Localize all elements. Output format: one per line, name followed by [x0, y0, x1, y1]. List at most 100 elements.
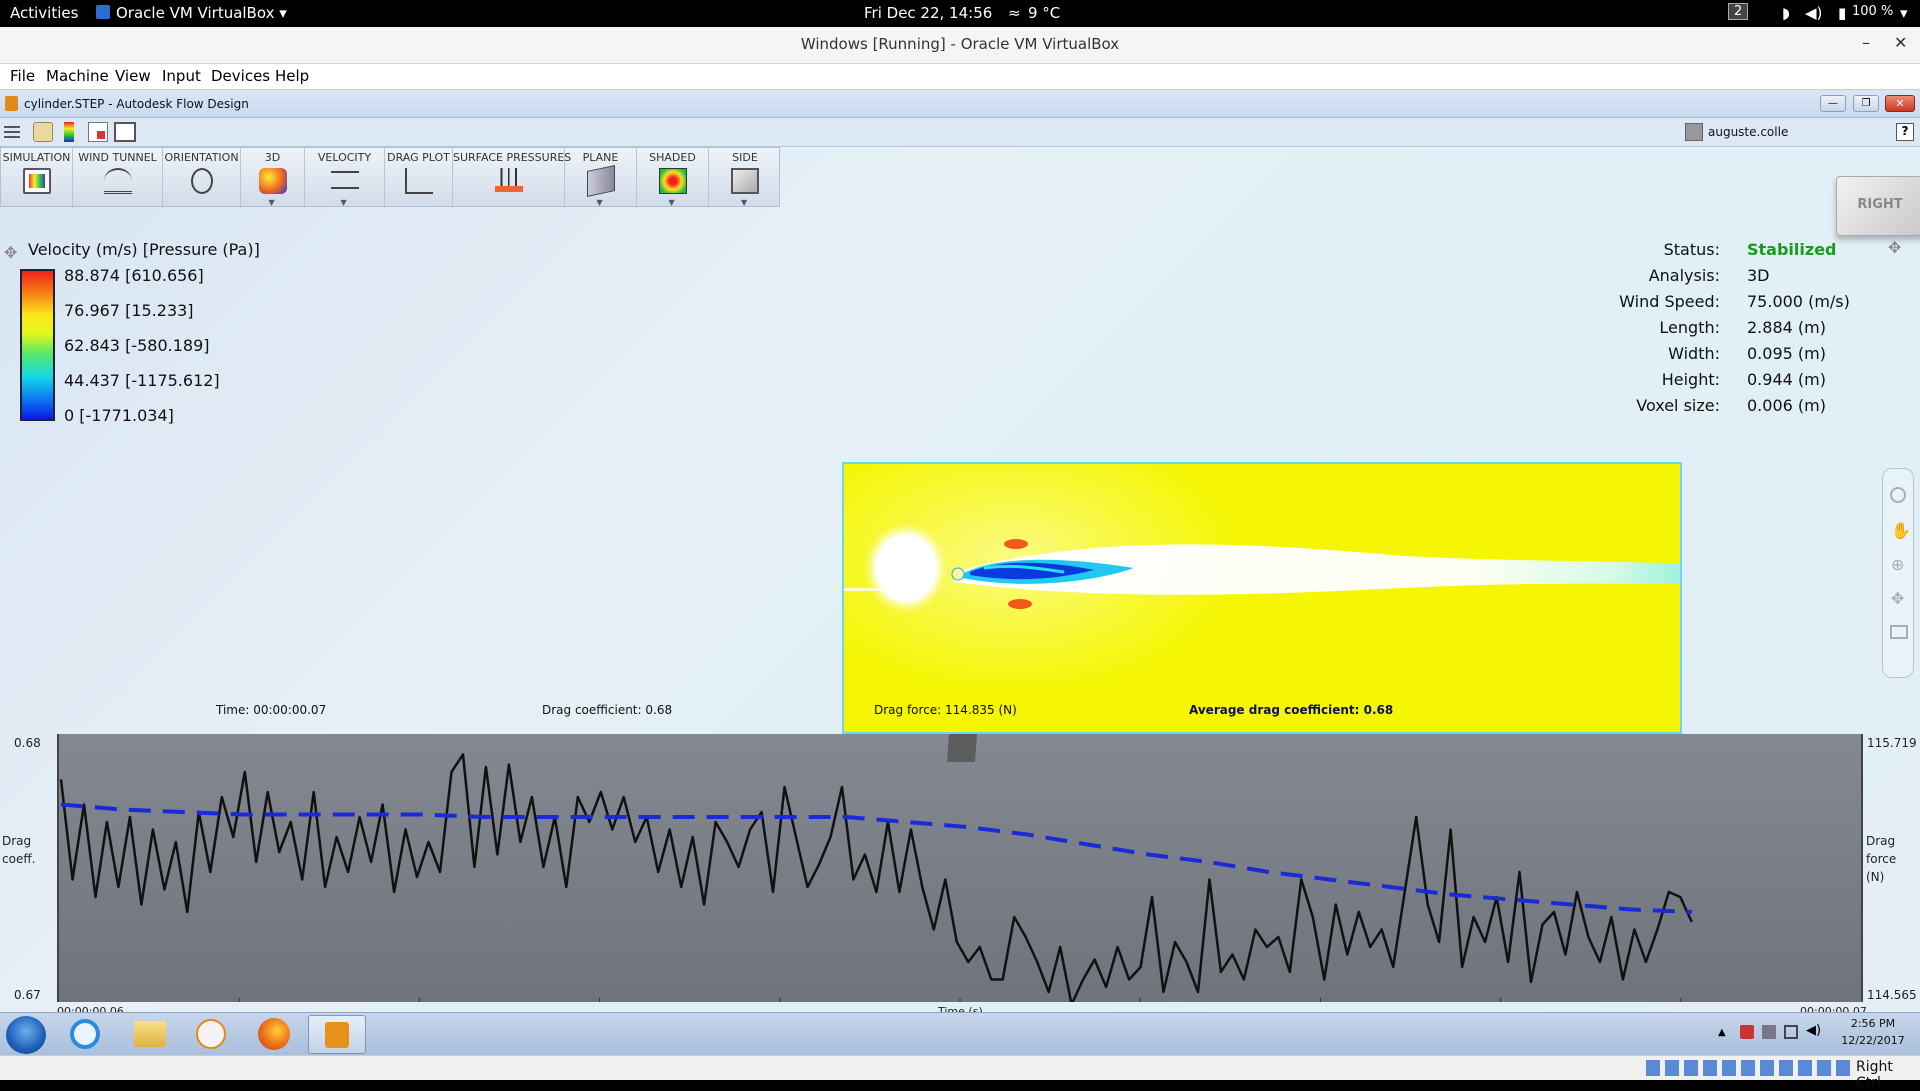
ribbon-wind-tunnel[interactable]: WIND TUNNEL: [73, 148, 163, 208]
legend-toggle-icon[interactable]: [64, 122, 74, 142]
menu-input[interactable]: Input: [162, 67, 201, 85]
orientation-icon: [190, 168, 213, 194]
windows-taskbar: ▲ ◀) 2:56 PM 12/22/2017: [0, 1012, 1920, 1055]
ribbon-label: DRAG PLOT: [387, 151, 450, 164]
surface-pressures-icon: [494, 168, 523, 192]
wifi-icon[interactable]: ◗: [1782, 4, 1790, 22]
app-menu[interactable]: Oracle VM VirtualBox ▾: [116, 4, 287, 22]
drag-plot-icon: [404, 168, 433, 194]
ribbon-toolbar: SIMULATION WIND TUNNEL ORIENTATION 3D ▼ …: [0, 147, 781, 208]
left-axis-max: 0.68: [14, 736, 41, 750]
file-explorer-icon[interactable]: [134, 1021, 166, 1047]
host-key-label: Right Ctrl: [1856, 1059, 1893, 1091]
ribbon-label: 3D: [264, 151, 281, 164]
left-axis-min: 0.67: [14, 988, 41, 1002]
media-player-icon[interactable]: [196, 1019, 226, 1049]
tray-flag-icon[interactable]: [1740, 1025, 1754, 1039]
quick-access-bar: auguste.colle ?: [0, 118, 1920, 147]
workspace-indicator[interactable]: 2: [1728, 3, 1749, 20]
average-drag-readout: Average drag coefficient: 0.68: [1189, 703, 1394, 717]
app-minimize-button[interactable]: —: [1820, 95, 1846, 112]
length-label: Length:: [1659, 318, 1720, 337]
view-icon[interactable]: [1890, 625, 1908, 639]
help-button[interactable]: ?: [1896, 123, 1914, 141]
menu-icon[interactable]: [4, 126, 20, 138]
start-button[interactable]: [6, 1016, 46, 1054]
ribbon-surface-pressures[interactable]: SURFACE PRESSURES: [453, 148, 571, 208]
menu-file[interactable]: File: [10, 67, 35, 85]
report-icon[interactable]: [88, 122, 108, 142]
ribbon-label: ORIENTATION: [164, 151, 239, 164]
time-slider-marker[interactable]: [947, 734, 977, 762]
steering-wheel-icon[interactable]: [1890, 487, 1906, 503]
legend-entry: 44.437 [-1175.612]: [64, 371, 220, 390]
tray-network-icon[interactable]: [1784, 1025, 1798, 1039]
ribbon-label: SIDE: [732, 151, 758, 164]
legend-move-icon[interactable]: ✥: [4, 243, 17, 262]
app-restore-button[interactable]: ❐: [1853, 95, 1879, 112]
width-label: Width:: [1668, 344, 1720, 363]
ribbon-drag-plot[interactable]: DRAG PLOT: [385, 148, 453, 208]
tray-device-icon[interactable]: [1762, 1025, 1776, 1039]
view-cube[interactable]: RIGHT: [1836, 176, 1920, 236]
flow-simulation-view[interactable]: [842, 462, 1682, 734]
ribbon-label: SHADED: [649, 151, 696, 164]
menu-devices[interactable]: Devices: [211, 67, 270, 85]
drag-plot[interactable]: [57, 734, 1863, 1002]
plane-icon: [586, 165, 615, 197]
velocity-icon: [330, 171, 359, 189]
app-close-button[interactable]: ✕: [1885, 95, 1915, 112]
ribbon-3d[interactable]: 3D ▼: [241, 148, 305, 208]
weather-icon: ≈: [1008, 4, 1021, 22]
activities-button[interactable]: Activities: [10, 4, 78, 22]
minimize-button[interactable]: –: [1862, 33, 1870, 52]
tray-expand-icon[interactable]: ▲: [1718, 1027, 1726, 1038]
user-avatar: [1685, 123, 1703, 141]
app-titlebar: cylinder.STEP - Autodesk Flow Design — ❐…: [0, 90, 1920, 118]
dropdown-arrow-icon[interactable]: ▼: [597, 198, 603, 207]
ribbon-side[interactable]: SIDE ▼: [709, 148, 781, 208]
zoom-icon[interactable]: ⊕: [1891, 555, 1904, 574]
status-move-icon[interactable]: ✥: [1888, 238, 1901, 257]
voxel-size-label: Voxel size:: [1636, 396, 1720, 415]
battery-icon[interactable]: ▮: [1838, 4, 1846, 22]
dropdown-arrow-icon[interactable]: ▼: [669, 198, 675, 207]
dropdown-arrow-icon[interactable]: ▼: [341, 198, 347, 207]
analysis-label: Analysis:: [1648, 266, 1720, 285]
ribbon-plane[interactable]: PLANE ▼: [565, 148, 637, 208]
ribbon-velocity[interactable]: VELOCITY ▼: [305, 148, 385, 208]
orbit-icon[interactable]: ✥: [1891, 589, 1904, 608]
flow-field: [844, 522, 1680, 614]
tray-date[interactable]: 12/22/2017: [1838, 1034, 1908, 1047]
dropdown-arrow-icon[interactable]: ▼: [269, 198, 275, 207]
clock[interactable]: Fri Dec 22, 14:56: [864, 4, 992, 22]
ribbon-orientation[interactable]: ORIENTATION: [163, 148, 241, 208]
dropdown-arrow-icon[interactable]: ▼: [741, 198, 747, 207]
menu-machine[interactable]: Machine: [46, 67, 109, 85]
flow-design-taskbar-button[interactable]: [308, 1015, 366, 1054]
tray-volume-icon[interactable]: ◀): [1806, 1023, 1821, 1038]
right-axis-label: Drag force (N): [1866, 834, 1897, 884]
legend-entry: 62.843 [-580.189]: [64, 336, 210, 355]
internet-explorer-icon[interactable]: [70, 1019, 100, 1049]
ribbon-label: WIND TUNNEL: [78, 151, 157, 164]
volume-icon[interactable]: ◀): [1805, 4, 1822, 22]
tray-time[interactable]: 2:56 PM: [1838, 1017, 1908, 1030]
right-axis-min: 114.565: [1867, 988, 1917, 1002]
close-button[interactable]: ✕: [1894, 33, 1907, 52]
ribbon-shaded[interactable]: SHADED ▼: [637, 148, 709, 208]
battery-percent: 100 %: [1852, 4, 1894, 19]
system-menu-arrow[interactable]: ▾: [1900, 4, 1908, 22]
open-file-icon[interactable]: [33, 122, 53, 142]
pan-icon[interactable]: ✋: [1891, 521, 1911, 540]
user-name[interactable]: auguste.colle: [1708, 125, 1788, 139]
voxel-size-value: 0.006 (m): [1747, 396, 1826, 415]
legend-title: Velocity (m/s) [Pressure (Pa)]: [28, 240, 260, 259]
wind-tunnel-icon: [103, 168, 132, 194]
ribbon-simulation[interactable]: SIMULATION: [1, 148, 73, 208]
menu-help[interactable]: Help: [275, 67, 309, 85]
device-status-icons[interactable]: [1646, 1060, 1854, 1076]
menu-view[interactable]: View: [115, 67, 151, 85]
window-icon[interactable]: [114, 122, 136, 142]
firefox-icon[interactable]: [258, 1018, 290, 1050]
